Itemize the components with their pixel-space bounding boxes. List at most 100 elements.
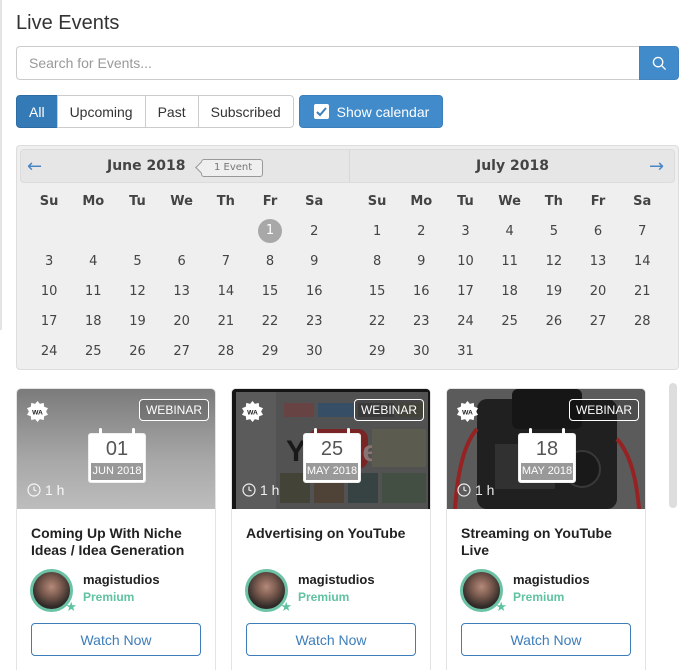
checkbox[interactable] [313,104,329,119]
watch-now-button[interactable]: Watch Now [461,623,631,656]
weekday-label: Tu [129,193,146,209]
weekday-label: Su [367,193,387,209]
avatar[interactable]: ★ [460,569,507,614]
calendar-day[interactable]: 27 [576,314,620,329]
event-card[interactable]: WA WEBINAR 18 MAY 2018 1 h Streaming on … [446,388,646,670]
calendar-day[interactable]: 16 [292,284,336,299]
calendar-day[interactable]: 15 [355,284,399,299]
calendar-day[interactable]: 7 [620,224,664,239]
calendar-day[interactable]: 2 [292,224,336,239]
calendar-day[interactable]: 8 [355,254,399,269]
show-calendar-toggle[interactable]: Show calendar [298,95,444,128]
calendar-day[interactable]: 31 [443,344,487,359]
avatar[interactable]: ★ [245,569,292,614]
weekday-header-row: Su Mo Tu We Th Fr Sa [27,186,337,216]
calendar-day[interactable]: 29 [248,344,292,359]
calendar-day[interactable]: 9 [399,254,443,269]
calendar-day[interactable]: 21 [620,284,664,299]
calendar-day[interactable]: 2 [399,224,443,239]
calendar-day[interactable]: 20 [576,284,620,299]
calendar-day[interactable]: 11 [488,254,532,269]
arrow-left-icon[interactable]: ← [27,156,42,177]
calendar-day[interactable]: 27 [160,344,204,359]
tab-subscribed[interactable]: Subscribed [197,95,294,128]
calendar-day[interactable]: 23 [399,314,443,329]
watch-now-button[interactable]: Watch Now [31,623,201,656]
calendar-day[interactable]: 6 [576,224,620,239]
avatar[interactable]: ★ [30,569,77,614]
calendar-day[interactable]: 24 [443,314,487,329]
calendar-day[interactable]: 18 [488,284,532,299]
calendar-day[interactable]: 3 [27,254,71,269]
calendar-day[interactable]: 23 [292,314,336,329]
event-title[interactable]: Coming Up With Niche Ideas / Idea Genera… [31,525,206,559]
event-card[interactable]: You be WA WEBINAR 25 MAY 2018 1 [231,388,431,670]
calendar-day[interactable]: 10 [27,284,71,299]
calendar-day[interactable]: 22 [248,314,292,329]
author-name[interactable]: magistudios [298,572,375,587]
calendar-day[interactable]: 14 [204,284,248,299]
calendar-day[interactable]: 1 [355,224,399,239]
calendar-day[interactable]: 4 [71,254,115,269]
calendar-day[interactable]: 12 [532,254,576,269]
svg-text:WA: WA [32,409,43,416]
calendar-day[interactable]: 22 [355,314,399,329]
event-title[interactable]: Streaming on YouTube Live [461,525,636,559]
event-thumbnail[interactable]: You be WA WEBINAR 25 MAY 2018 1 [232,389,430,509]
watch-now-button[interactable]: Watch Now [246,623,416,656]
event-card[interactable]: WA WEBINAR 01 JUN 2018 1 h Coming Up Wit… [16,388,216,670]
calendar-day[interactable]: 10 [443,254,487,269]
tab-upcoming[interactable]: Upcoming [56,95,146,128]
event-thumbnail[interactable]: WA WEBINAR 01 JUN 2018 1 h [17,389,215,509]
calendar-day[interactable]: 29 [355,344,399,359]
calendar-day[interactable]: 9 [292,254,336,269]
event-day-marker[interactable]: 1 [258,219,283,243]
calendar-day[interactable]: 16 [399,284,443,299]
calendar-day[interactable]: 20 [160,314,204,329]
event-author: ★ magistudios Premium [30,569,160,614]
search-button[interactable] [639,46,679,80]
author-name[interactable]: magistudios [83,572,160,587]
calendar-day[interactable]: 1 [248,219,292,243]
week-row: 22 23 24 25 26 27 28 [355,306,665,336]
calendar-day[interactable]: 21 [204,314,248,329]
calendar-day[interactable]: 5 [532,224,576,239]
calendar-day[interactable]: 3 [443,224,487,239]
calendar-day[interactable]: 18 [71,314,115,329]
calendar-day[interactable]: 12 [115,284,159,299]
calendar-day[interactable]: 8 [248,254,292,269]
calendar-day[interactable]: 26 [115,344,159,359]
arrow-right-icon[interactable]: → [649,156,664,177]
calendar-day[interactable]: 11 [71,284,115,299]
calendar-day[interactable]: 5 [115,254,159,269]
calendar-day[interactable]: 25 [488,314,532,329]
calendar-day[interactable]: 25 [71,344,115,359]
calendar-day[interactable]: 30 [292,344,336,359]
calendar-day[interactable]: 26 [532,314,576,329]
tab-past[interactable]: Past [144,95,199,128]
calendar-day[interactable]: 17 [443,284,487,299]
calendar-day[interactable]: 15 [248,284,292,299]
calendar-day[interactable]: 4 [488,224,532,239]
calendar-day[interactable]: 30 [399,344,443,359]
calendar-day[interactable]: 14 [620,254,664,269]
event-day: 25 [320,438,344,460]
calendar-day[interactable]: 19 [115,314,159,329]
calendar-day[interactable]: 6 [160,254,204,269]
calendar-day[interactable]: 19 [532,284,576,299]
event-thumbnail[interactable]: WA WEBINAR 18 MAY 2018 1 h [447,389,645,509]
event-title[interactable]: Advertising on YouTube [246,525,421,542]
author-name[interactable]: magistudios [513,572,590,587]
scrollbar[interactable] [669,383,677,508]
tab-all[interactable]: All [16,95,58,128]
filter-tabs: All Upcoming Past Subscribed [16,95,294,128]
calendar-day[interactable]: 13 [576,254,620,269]
search-input[interactable] [16,46,639,80]
author-tier: Premium [298,590,350,604]
calendar-day[interactable]: 13 [160,284,204,299]
calendar-day[interactable]: 28 [204,344,248,359]
calendar-day[interactable]: 7 [204,254,248,269]
calendar-day[interactable]: 24 [27,344,71,359]
calendar-day[interactable]: 17 [27,314,71,329]
calendar-day[interactable]: 28 [620,314,664,329]
